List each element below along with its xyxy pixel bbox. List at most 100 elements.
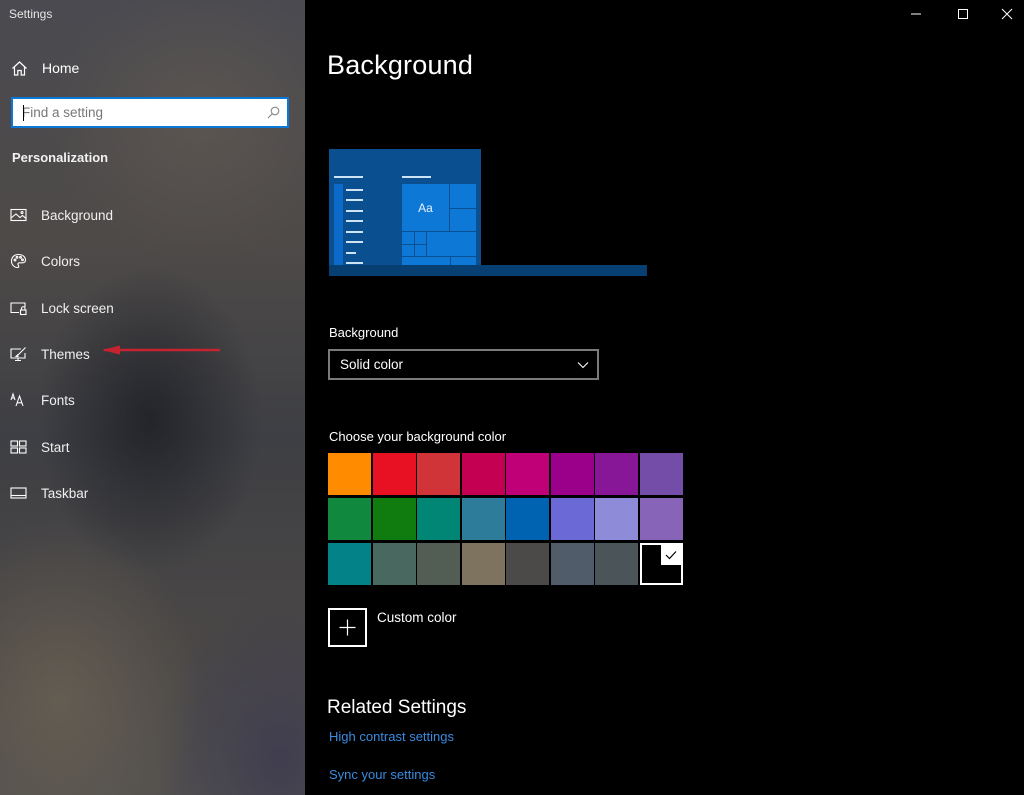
sidebar-item-fonts[interactable]: Fonts <box>10 388 75 412</box>
preview-taskbar <box>329 265 647 276</box>
color-swatch[interactable] <box>506 498 549 540</box>
sidebar: Settings Home Personalization Background… <box>0 0 305 795</box>
close-icon <box>1001 8 1013 20</box>
fonts-icon <box>10 392 24 407</box>
preview-line <box>334 176 363 178</box>
sidebar-item-colors[interactable]: Colors <box>10 249 80 273</box>
sidebar-item-label: Background <box>41 207 114 223</box>
picture-icon <box>10 208 27 222</box>
plus-icon <box>339 619 356 636</box>
color-swatch[interactable] <box>461 453 505 495</box>
preview-tile <box>402 257 450 265</box>
high-contrast-settings-link[interactable]: High contrast settings <box>329 729 454 744</box>
lock-screen-icon <box>10 302 27 316</box>
color-swatch[interactable] <box>639 498 683 540</box>
sidebar-item-label: Taskbar <box>41 485 89 501</box>
app-title: Settings <box>9 7 53 21</box>
preview-tile <box>427 232 476 256</box>
preview-line <box>346 199 363 201</box>
sidebar-item-background[interactable]: Background <box>10 203 113 227</box>
color-swatch[interactable] <box>417 498 460 540</box>
preview-tile <box>451 257 476 265</box>
taskbar-icon <box>10 487 27 499</box>
background-label: Background <box>329 325 399 340</box>
search-box[interactable] <box>11 97 289 128</box>
color-swatch[interactable] <box>372 543 416 585</box>
sidebar-item-themes[interactable]: Themes <box>10 342 90 366</box>
color-swatch[interactable] <box>417 543 460 585</box>
sidebar-item-label: Fonts <box>41 392 75 408</box>
preview-line <box>346 220 363 222</box>
color-swatch[interactable] <box>595 543 638 585</box>
preview-tile-large: Aa <box>402 184 449 231</box>
color-swatch[interactable] <box>417 453 460 495</box>
color-swatch[interactable] <box>372 498 416 540</box>
color-swatch[interactable] <box>595 498 638 540</box>
color-swatch[interactable] <box>550 498 594 540</box>
preview-tile <box>450 184 476 208</box>
checkmark-icon <box>660 545 681 565</box>
sidebar-item-start[interactable]: Start <box>10 435 70 459</box>
color-swatch[interactable] <box>328 453 371 495</box>
related-settings-title: Related Settings <box>327 697 467 718</box>
choose-color-label: Choose your background color <box>329 429 507 444</box>
sync-settings-link[interactable]: Sync your settings <box>329 767 435 782</box>
color-swatch[interactable] <box>506 453 549 495</box>
preview-line <box>402 176 431 178</box>
background-preview: Aa <box>329 149 647 276</box>
preview-line <box>346 241 363 243</box>
sidebar-item-label: Colors <box>41 253 81 269</box>
sidebar-item-lock-screen[interactable]: Lock screen <box>10 296 114 320</box>
color-swatch[interactable] <box>639 543 683 585</box>
preview-tile <box>450 209 476 231</box>
preview-line <box>346 231 363 233</box>
maximize-icon <box>958 9 968 19</box>
color-swatch[interactable] <box>461 498 505 540</box>
dropdown-selected-value: Solid color <box>340 357 404 372</box>
custom-color-button[interactable] <box>328 608 367 647</box>
color-swatch[interactable] <box>328 543 371 585</box>
preview-icon-column <box>334 184 343 265</box>
red-arrow-annotation <box>102 345 220 355</box>
preview-tiles: Aa <box>402 184 476 265</box>
search-icon[interactable] <box>267 106 280 119</box>
minimize-icon <box>911 13 921 15</box>
color-swatch[interactable] <box>639 453 683 495</box>
sidebar-item-label: Start <box>41 439 70 455</box>
color-swatch[interactable] <box>461 543 505 585</box>
preview-line <box>346 262 363 264</box>
home-icon <box>12 60 27 76</box>
text-caret <box>23 105 24 121</box>
palette-icon <box>10 253 27 269</box>
preview-line <box>346 252 356 254</box>
color-swatch-grid <box>328 453 685 585</box>
sidebar-item-label: Themes <box>41 346 90 362</box>
custom-color-label[interactable]: Custom color <box>377 610 457 625</box>
section-title: Personalization <box>12 150 109 165</box>
preview-line <box>346 210 363 212</box>
preview-tile <box>402 245 414 256</box>
color-swatch[interactable] <box>595 453 638 495</box>
color-swatch[interactable] <box>328 498 371 540</box>
search-input[interactable] <box>13 105 267 120</box>
color-swatch[interactable] <box>372 453 416 495</box>
color-swatch[interactable] <box>550 453 594 495</box>
background-type-dropdown[interactable]: Solid color <box>328 349 599 380</box>
preview-start-menu: Aa <box>329 149 481 267</box>
preview-tile <box>402 232 414 244</box>
preview-line <box>346 189 363 191</box>
maximize-button[interactable] <box>940 0 986 28</box>
preview-tile <box>415 232 426 244</box>
minimize-button[interactable] <box>893 0 939 28</box>
chevron-down-icon <box>577 361 589 368</box>
page-title: Background <box>327 50 474 80</box>
sidebar-item-taskbar[interactable]: Taskbar <box>10 481 88 505</box>
preview-tile <box>415 245 426 256</box>
color-swatch[interactable] <box>506 543 549 585</box>
sidebar-item-label: Lock screen <box>41 300 114 316</box>
home-label: Home <box>42 60 80 76</box>
home-nav-item[interactable]: Home <box>11 56 79 80</box>
color-swatch[interactable] <box>550 543 594 585</box>
close-button[interactable] <box>984 0 1024 28</box>
themes-icon <box>10 347 26 362</box>
